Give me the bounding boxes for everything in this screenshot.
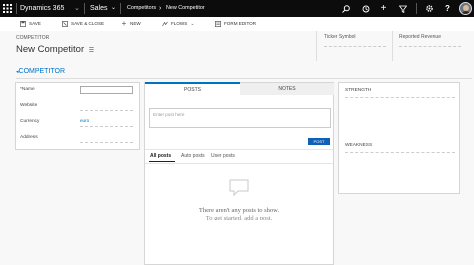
empty-posts-title: There aren't any posts to show. <box>198 207 280 214</box>
currency-label: Currency <box>20 119 40 124</box>
help-icon[interactable]: ? <box>442 3 453 14</box>
app-launcher-icon[interactable] <box>2 3 13 14</box>
address-label: Address <box>20 135 38 140</box>
plus-icon[interactable]: + <box>378 3 389 14</box>
post-button[interactable]: POST <box>308 138 330 145</box>
breadcrumb-separator-icon: › <box>159 5 162 12</box>
command-bar: SAVE SAVE & CLOSE + NEW FLOWS ⌄ FORM EDI… <box>0 17 474 31</box>
ticker-symbol-label: Ticker Symbol <box>324 34 356 40</box>
form-editor-label: FORM EDITOR <box>224 21 257 26</box>
reported-revenue-label: Reported Revenue <box>399 34 441 40</box>
website-input[interactable] <box>80 110 133 111</box>
tab-notes[interactable]: NOTES <box>240 83 334 95</box>
reported-revenue-field[interactable] <box>399 46 461 47</box>
flows-button[interactable]: FLOWS ⌄ <box>162 19 195 29</box>
save-label: SAVE <box>29 21 41 26</box>
filter-icon[interactable] <box>397 3 408 14</box>
name-label: *Name <box>20 87 35 92</box>
save-close-button[interactable]: SAVE & CLOSE <box>62 19 104 29</box>
weakness-label: WEAKNESS <box>345 143 373 148</box>
form-selector-icon[interactable]: ☰ <box>89 48 94 54</box>
history-icon[interactable] <box>360 3 371 14</box>
analysis-card: STRENGTH WEAKNESS <box>338 82 460 194</box>
chevron-down-icon: ⌄ <box>190 21 195 27</box>
chevron-down-icon[interactable]: ⌄ <box>74 0 80 17</box>
currency-lookup[interactable]: euro <box>80 118 89 123</box>
address-input[interactable] <box>80 142 133 143</box>
app-name[interactable]: Dynamics 365 <box>20 0 64 17</box>
gear-icon[interactable] <box>424 3 435 14</box>
save-close-label: SAVE & CLOSE <box>71 21 105 26</box>
post-input[interactable]: Enter post here <box>149 108 331 128</box>
plus-icon: + <box>121 19 127 28</box>
module-name[interactable]: Sales <box>90 0 108 17</box>
filter-all-posts[interactable]: All posts <box>150 153 171 159</box>
name-label-text: Name <box>21 87 35 92</box>
strength-label: STRENGTH <box>345 88 372 93</box>
social-pane: POSTS NOTES Enter post here POST All pos… <box>144 82 334 265</box>
weakness-field[interactable] <box>345 152 455 153</box>
form-editor-icon <box>215 21 221 27</box>
tab-posts[interactable]: POSTS <box>145 82 240 96</box>
new-button[interactable]: + NEW <box>121 19 141 29</box>
search-icon[interactable] <box>340 3 351 14</box>
strength-field[interactable] <box>345 97 455 98</box>
ticker-symbol-field[interactable] <box>324 46 386 47</box>
name-input[interactable] <box>80 86 133 94</box>
website-label: Website <box>20 103 38 108</box>
avatar[interactable] <box>459 2 472 15</box>
breadcrumb-current: New Competitor <box>166 5 205 11</box>
filter-auto-posts[interactable]: Auto posts <box>181 153 205 159</box>
currency-underline <box>80 126 133 127</box>
section-title: ◂COMPETITOR <box>16 68 65 75</box>
empty-posts-icon <box>229 179 249 199</box>
top-nav-bar: Dynamics 365 ⌄ Sales ⌄ Competitors › New… <box>0 0 474 17</box>
page-title: New Competitor ☰ <box>16 44 94 55</box>
new-label: NEW <box>130 21 141 26</box>
filter-user-posts[interactable]: User posts <box>211 153 235 159</box>
save-close-icon <box>62 21 68 27</box>
general-card: *Name Website Currency euro Address <box>15 82 140 150</box>
chevron-down-icon[interactable]: ⌄ <box>111 0 116 17</box>
save-icon <box>20 21 26 27</box>
entity-type-label: COMPETITOR <box>16 35 50 41</box>
empty-posts-subtitle: To get started, add a post. <box>205 215 273 220</box>
flows-label: FLOWS <box>171 21 188 26</box>
breadcrumb-parent[interactable]: Competitors <box>127 0 156 17</box>
record-title: New Competitor <box>16 44 85 55</box>
form-editor-button[interactable]: FORM EDITOR <box>215 19 256 29</box>
section-title-text: COMPETITOR <box>18 68 66 75</box>
save-button[interactable]: SAVE <box>20 19 41 29</box>
post-input-placeholder: Enter post here <box>153 112 185 117</box>
flows-icon <box>162 21 168 27</box>
